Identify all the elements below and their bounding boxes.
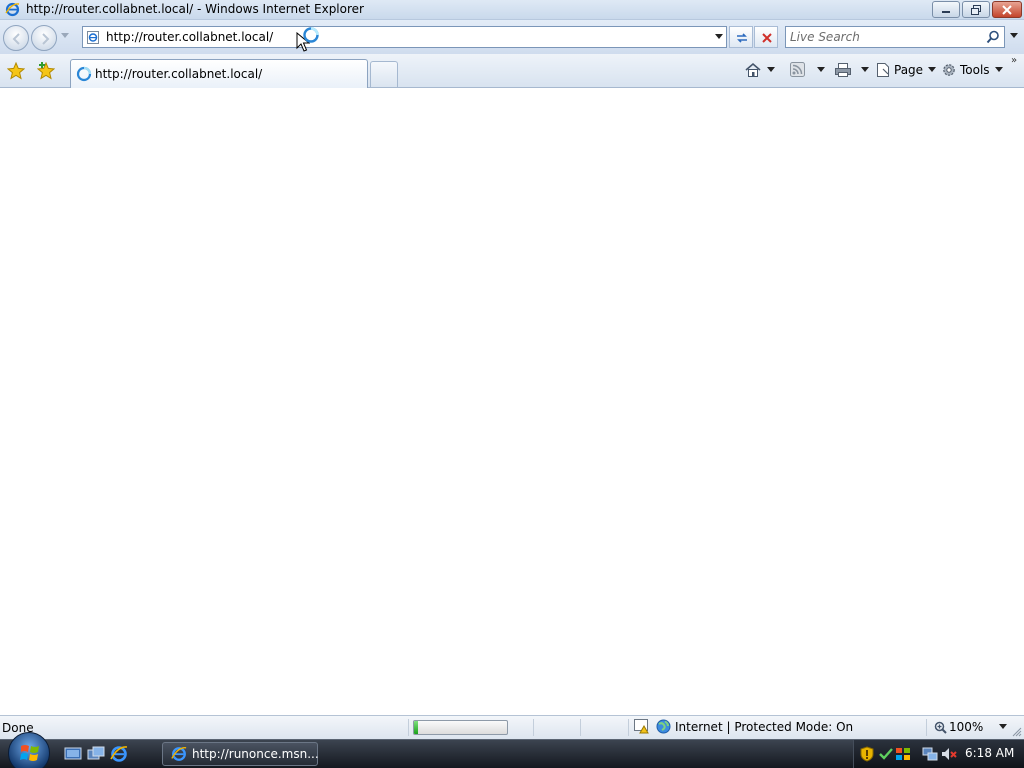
show-desktop-icon[interactable] — [64, 745, 82, 763]
zone-text: Internet | Protected Mode: On — [675, 719, 854, 734]
internet-explorer-icon[interactable] — [110, 745, 128, 763]
status-separator — [533, 719, 534, 736]
tab-active[interactable]: http://router.collabnet.local/ — [70, 59, 368, 88]
more-commands-chevron[interactable]: » — [1011, 55, 1017, 66]
progress-bar — [413, 720, 508, 735]
globe-icon — [656, 719, 671, 734]
taskbar: http://runonce.msn... 6:18 AM — [0, 732, 1024, 768]
close-button[interactable] — [992, 1, 1022, 18]
windows-logo-icon — [20, 745, 39, 761]
forward-button[interactable] — [31, 25, 57, 51]
page-menu-label: Page — [894, 63, 924, 77]
title-bar[interactable]: http://router.collabnet.local/ - Windows… — [0, 0, 1024, 20]
search-input[interactable] — [790, 29, 980, 45]
zoom-icon — [934, 721, 947, 734]
tab-bar: http://router.collabnet.local/ Page Tool… — [0, 54, 1024, 88]
search-box[interactable] — [785, 26, 1005, 48]
page-icon — [87, 31, 99, 44]
start-button[interactable] — [8, 732, 50, 768]
gear-icon — [943, 64, 955, 76]
security-zone[interactable]: Internet | Protected Mode: On — [634, 719, 853, 734]
stop-icon — [762, 33, 772, 43]
restore-icon — [971, 4, 981, 15]
busy-cursor-icon — [303, 27, 319, 43]
back-arrow-icon — [12, 33, 20, 45]
taskbar-button-ie[interactable]: http://runonce.msn... — [162, 742, 319, 766]
status-separator — [628, 719, 629, 736]
blocked-content-icon — [634, 719, 649, 734]
refresh-button[interactable] — [729, 26, 753, 48]
ie-logo-icon — [5, 2, 20, 17]
page-content[interactable] — [0, 89, 1024, 715]
status-separator — [408, 719, 409, 736]
taskbar-button-label: http://runonce.msn... — [192, 747, 319, 761]
tools-menu-label: Tools — [960, 63, 990, 77]
network-icon[interactable] — [922, 746, 938, 762]
feeds-button[interactable] — [790, 62, 825, 77]
status-separator — [926, 719, 927, 736]
home-icon — [745, 62, 761, 77]
forward-arrow-icon — [42, 33, 50, 45]
status-separator — [580, 719, 581, 736]
progress-fill — [414, 721, 418, 734]
address-url[interactable]: http://router.collabnet.local/ — [106, 30, 273, 44]
volume-muted-icon[interactable] — [941, 746, 957, 762]
search-icon[interactable] — [986, 30, 1000, 44]
zoom-control[interactable]: 100% — [934, 720, 1008, 734]
home-dropdown-icon[interactable] — [767, 67, 775, 73]
home-button[interactable] — [744, 62, 775, 78]
tools-dropdown-icon — [994, 67, 1003, 72]
stop-button[interactable] — [754, 26, 778, 48]
resize-grip-icon[interactable] — [1012, 727, 1022, 737]
system-tray: 6:18 AM — [853, 740, 1024, 768]
recent-pages-dropdown-icon[interactable] — [61, 33, 69, 39]
favorites-center-icon[interactable] — [7, 62, 25, 80]
windows-flag-icon[interactable] — [895, 746, 911, 762]
address-dropdown-icon[interactable] — [715, 34, 723, 40]
print-dropdown-icon[interactable] — [861, 67, 869, 73]
close-icon — [1002, 4, 1012, 15]
feeds-dropdown-icon[interactable] — [817, 66, 825, 73]
print-button[interactable] — [834, 62, 869, 78]
new-tab-button[interactable] — [370, 61, 398, 87]
tools-menu-button[interactable]: Tools — [941, 62, 1003, 78]
zoom-level: 100% — [949, 720, 984, 734]
printer-icon — [835, 63, 851, 77]
update-icon[interactable] — [878, 746, 894, 762]
zoom-dropdown-icon — [999, 724, 1008, 729]
navigation-bar: http://router.collabnet.local/ — [0, 20, 1024, 54]
page-dropdown-icon — [928, 67, 937, 72]
switch-windows-icon[interactable] — [87, 745, 105, 763]
back-button[interactable] — [3, 25, 29, 51]
minimize-icon — [942, 10, 950, 13]
page-icon — [877, 63, 889, 77]
clock[interactable]: 6:18 AM — [965, 746, 1014, 760]
search-options-dropdown-icon[interactable] — [1010, 33, 1018, 39]
refresh-icon — [737, 33, 747, 43]
loading-spinner-icon — [76, 66, 92, 82]
security-shield-icon[interactable] — [860, 746, 874, 762]
minimize-button[interactable] — [932, 1, 960, 18]
page-menu-button[interactable]: Page — [875, 62, 937, 78]
internet-explorer-icon — [171, 747, 187, 761]
status-bar: Done Internet | Protected Mode: On 100% — [0, 715, 1024, 739]
tab-title: http://router.collabnet.local/ — [95, 67, 263, 81]
window-title: http://router.collabnet.local/ - Windows… — [26, 2, 364, 16]
address-bar[interactable]: http://router.collabnet.local/ — [82, 26, 727, 48]
rss-feed-icon — [790, 62, 805, 77]
restore-button[interactable] — [962, 1, 990, 18]
add-to-favorites-icon[interactable] — [37, 62, 55, 80]
